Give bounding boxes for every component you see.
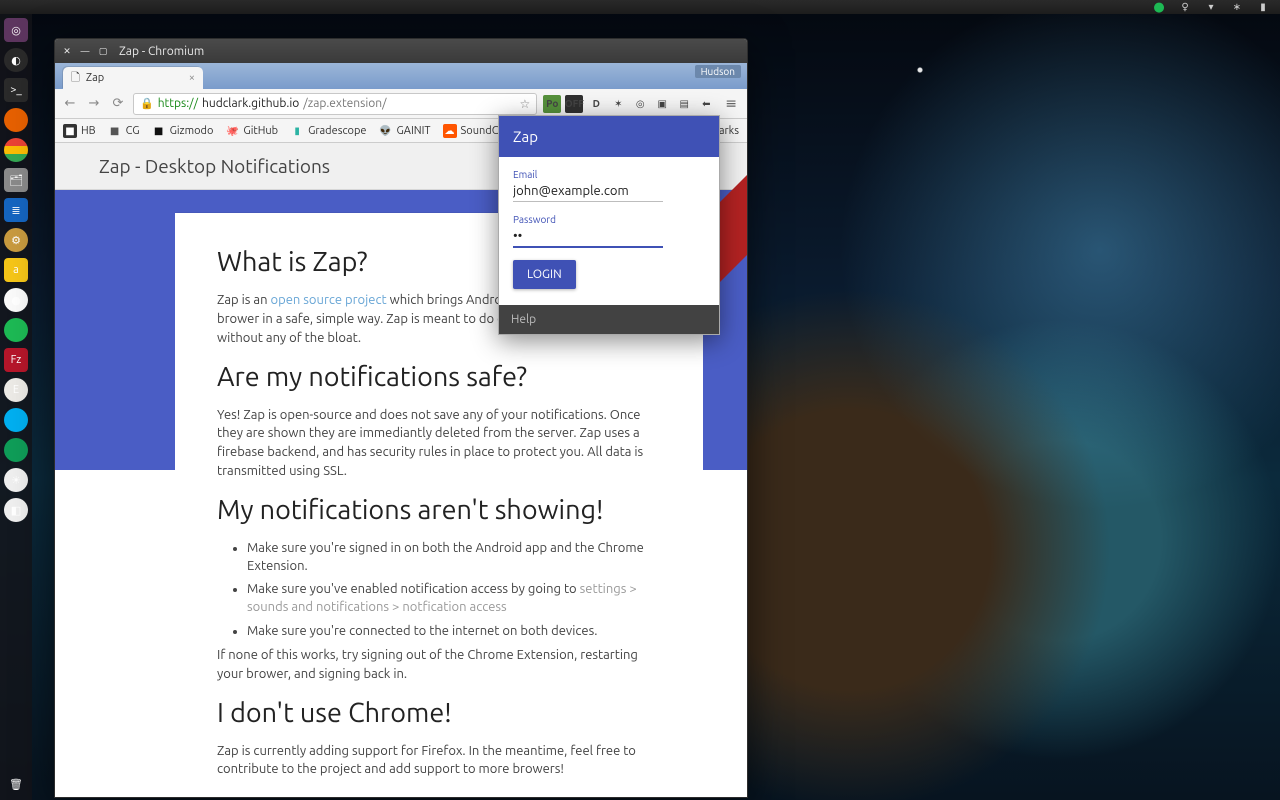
close-window-icon[interactable]: ✕ — [61, 45, 73, 57]
launcher-terminal[interactable]: >_ — [4, 78, 28, 102]
password-field-group: Password — [513, 214, 705, 248]
troubleshoot-list: Make sure you're signed in on both the A… — [247, 539, 661, 640]
url-host: hudclark.github.io — [202, 97, 299, 110]
reload-button[interactable]: ⟳ — [109, 96, 127, 111]
launcher-amazon[interactable]: a — [4, 258, 28, 282]
bluetooth-icon[interactable]: ∗ — [1230, 0, 1244, 14]
bookmark-label: GAINIT — [397, 125, 431, 137]
bookmark-star-icon[interactable]: ☆ — [520, 97, 531, 111]
open-source-link[interactable]: open source project — [271, 293, 387, 307]
section-heading: Are my notifications safe? — [217, 362, 661, 392]
extension-icons: Po OFF D ✶ ◎ ▣ ▤ ⬅ — [543, 95, 715, 113]
launcher-app-e[interactable]: E — [4, 378, 28, 402]
launcher-app-dawn[interactable]: ☀ — [4, 468, 28, 492]
url-scheme: https:// — [158, 97, 198, 110]
bookmark-favicon-icon: ▮ — [290, 124, 304, 138]
zap-extension-icon[interactable]: ⬅ — [697, 95, 715, 113]
tab-favicon-icon: 🗋 — [71, 69, 80, 88]
launcher-reddit[interactable]: ● — [4, 288, 28, 312]
ext-pocket-icon[interactable]: ▤ — [675, 95, 693, 113]
bookmark-favicon-icon: ■ — [152, 124, 166, 138]
window-title: Zap - Chromium — [119, 45, 204, 58]
maximize-window-icon[interactable]: ▢ — [97, 45, 109, 57]
trash-icon[interactable]: 🗑 — [4, 772, 28, 796]
zap-extension-popup: Zap Email Password LOGIN Help — [498, 115, 720, 335]
bookmark-favicon-icon: 👽 — [379, 124, 393, 138]
bookmark-gainit[interactable]: 👽 GAINIT — [379, 124, 431, 138]
bookmark-favicon-icon: ☁ — [443, 124, 457, 138]
launcher-files[interactable]: 🗂 — [4, 168, 28, 192]
profile-badge[interactable]: Hudson — [695, 65, 741, 78]
ext-po-icon[interactable]: Po — [543, 95, 561, 113]
spotify-indicator-icon[interactable]: ● — [1152, 0, 1166, 14]
bookmark-gradescope[interactable]: ▮ Gradescope — [290, 124, 366, 138]
bookmark-label: CG — [126, 125, 140, 137]
tab-title: Zap — [86, 72, 104, 84]
launcher-filezilla[interactable]: Fz — [4, 348, 28, 372]
bookmark-label: GitHub — [243, 125, 278, 137]
window-titlebar[interactable]: ✕ — ▢ Zap - Chromium — [55, 39, 747, 63]
list-item: Make sure you're signed in on both the A… — [247, 539, 661, 575]
bookmark-label: Gizmodo — [170, 125, 214, 137]
launcher-settings[interactable]: ⚙ — [4, 228, 28, 252]
launcher-color[interactable]: ◧ — [4, 498, 28, 522]
login-button[interactable]: LOGIN — [513, 260, 576, 289]
url-path: /zap.extension/ — [303, 97, 386, 110]
bookmark-label: Gradescope — [308, 125, 366, 137]
tab-close-icon[interactable]: × — [189, 72, 195, 84]
unity-launcher: ◎ ◐ >_ 🗂 ≣ ⚙ a ● Fz E ☀ ◧ 🗑 — [0, 14, 32, 800]
bookmark-label: HB — [81, 125, 96, 137]
popup-title: Zap — [499, 116, 719, 157]
launcher-wheel[interactable]: ◐ — [4, 48, 28, 72]
wifi-icon[interactable]: ▾ — [1204, 0, 1218, 14]
tab-strip: 🗋 Zap × Hudson — [55, 63, 747, 89]
email-input[interactable] — [513, 182, 663, 202]
launcher-spotify[interactable] — [4, 318, 28, 342]
launcher-chromium[interactable] — [4, 138, 28, 162]
email-field-group: Email — [513, 169, 705, 202]
ext-lastpass-icon[interactable]: ▣ — [653, 95, 671, 113]
battery-icon[interactable]: ▮ — [1256, 0, 1270, 14]
bookmark-cg[interactable]: ■ CG — [108, 124, 140, 138]
gnome-top-panel: ● ♀ ▾ ∗ ▮ — [0, 0, 1280, 14]
back-button[interactable]: ← — [61, 96, 79, 111]
launcher-ubuntu-dash[interactable]: ◎ — [4, 18, 28, 42]
bookmark-favicon-icon: ■ — [63, 124, 77, 138]
bookmark-gizmodo[interactable]: ■ Gizmodo — [152, 124, 214, 138]
email-label: Email — [513, 169, 705, 180]
list-item: Make sure you're connected to the intern… — [247, 622, 661, 640]
launcher-hangouts[interactable] — [4, 438, 28, 462]
launcher-firefox[interactable] — [4, 108, 28, 132]
section-heading: My notifications aren't showing! — [217, 495, 661, 525]
password-input[interactable] — [513, 227, 663, 248]
bookmark-hb[interactable]: ■ HB — [63, 124, 96, 138]
tab-zap[interactable]: 🗋 Zap × — [63, 67, 203, 89]
section-heading: I don't use Chrome! — [217, 698, 661, 728]
launcher-writer[interactable]: ≣ — [4, 198, 28, 222]
ext-d-icon[interactable]: D — [587, 95, 605, 113]
bookmarks-overflow[interactable]: arks — [719, 125, 739, 137]
launcher-skype[interactable] — [4, 408, 28, 432]
ext-off-icon[interactable]: OFF — [565, 95, 583, 113]
minimize-window-icon[interactable]: — — [79, 45, 91, 57]
popup-help-link[interactable]: Help — [499, 305, 719, 334]
section-paragraph: If none of this works, try signing out o… — [217, 646, 661, 684]
lock-icon: 🔒 — [140, 97, 154, 110]
chrome-menu-icon[interactable]: ≡ — [721, 95, 741, 112]
ext-star-icon[interactable]: ✶ — [609, 95, 627, 113]
list-item: Make sure you've enabled notification ac… — [247, 580, 661, 616]
popup-body: Email Password LOGIN — [499, 157, 719, 305]
bookmark-favicon-icon: 🐙 — [225, 124, 239, 138]
section-paragraph: Zap is currently adding support for Fire… — [217, 742, 661, 780]
address-bar[interactable]: 🔒 https:// hudclark.github.io/zap.extensi… — [133, 93, 537, 115]
bulb-icon[interactable]: ♀ — [1178, 0, 1192, 14]
password-label: Password — [513, 214, 705, 225]
bookmark-favicon-icon: ■ — [108, 124, 122, 138]
forward-button[interactable]: → — [85, 96, 103, 111]
bookmark-github[interactable]: 🐙 GitHub — [225, 124, 278, 138]
section-paragraph: Yes! Zap is open-source and does not sav… — [217, 406, 661, 481]
ext-ghostery-icon[interactable]: ◎ — [631, 95, 649, 113]
